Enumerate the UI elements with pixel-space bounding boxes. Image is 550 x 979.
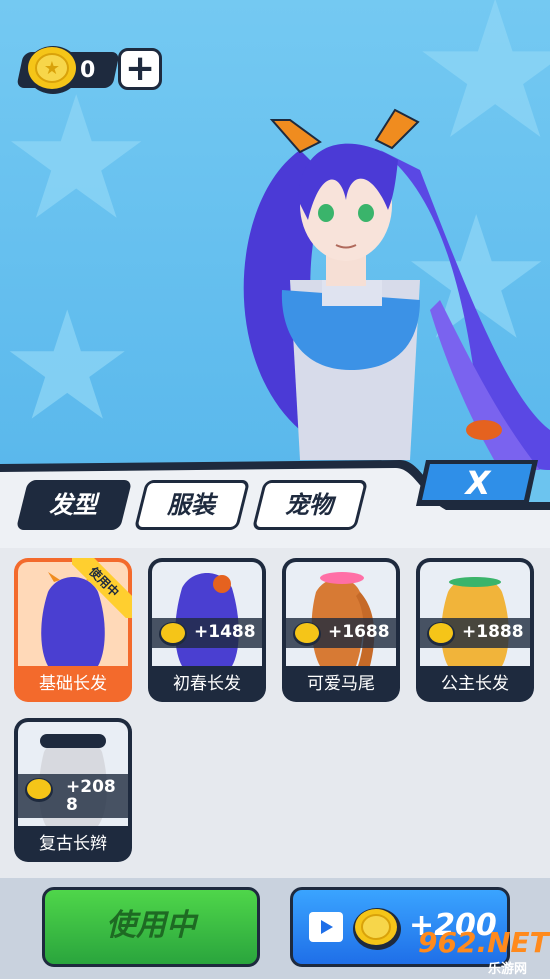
site-watermark: 962.NET 乐游网 [418,922,549,977]
coin-count: 0 [80,58,96,83]
hairstyle-preview [286,562,396,666]
add-coins-button[interactable]: + [118,48,162,90]
plus-icon: + [125,48,156,89]
in-use-button-label: 使用中 [106,908,196,943]
hair-icon [175,573,239,666]
hairstyle-card-cute-ponytail[interactable]: +1688 可爱马尾 [282,558,400,702]
price-value: +1688 [328,622,390,642]
tab-hairstyle-label: 发型 [49,491,97,519]
tab-outfit[interactable]: 服装 [132,480,251,532]
hairstyle-card-princess-long[interactable]: +1888 公主长发 [416,558,534,702]
hairstyle-preview [152,562,262,666]
hairstyle-card-retro-braid[interactable]: +208 8 复古长辫 [14,718,132,862]
tab-hairstyle[interactable]: 发型 [14,480,133,532]
coin-icon [353,908,401,950]
tab-pet-label: 宠物 [285,491,333,519]
hair-icon [311,572,375,666]
price-tag: +208 8 [18,774,128,818]
coin-icon: ★ [26,46,80,94]
in-use-badge-label: 使用中 [72,558,132,618]
hairstyle-card-early-spring[interactable]: +1488 初春长发 [148,558,266,702]
coin-icon [427,622,455,646]
tab-pet[interactable]: 宠物 [250,480,369,532]
price-tag: +1488 [152,618,262,648]
in-use-badge: 使用中 [72,558,132,618]
close-icon: X [465,464,491,502]
hairstyle-name: 初春长发 [173,674,241,694]
coin-counter: ★ 0 + [14,42,162,94]
hairstyle-name: 可爱马尾 [307,674,375,694]
tab-outfit-label: 服装 [167,491,215,519]
coin-icon [25,778,53,802]
video-icon [309,912,343,942]
hair-icon [441,577,509,666]
watermark-main: 962.NET [418,926,549,959]
hairstyle-preview [420,562,530,666]
svg-text:★: ★ [44,58,60,79]
hairstyle-card-basic-long[interactable]: 使用中 基础长发 [14,558,132,702]
price-tag: +1888 [420,618,530,648]
hairstyle-name: 基础长发 [39,674,107,694]
hairstyle-name: 复古长辫 [39,834,107,854]
close-button[interactable]: X [416,458,540,508]
price-tag: +1688 [286,618,396,648]
in-use-button[interactable]: 使用中 [42,887,260,967]
price-value: +1488 [194,622,256,642]
watermark-sub: 乐游网 [488,962,528,977]
price-value: +208 8 [66,777,116,815]
price-value: +1888 [462,622,524,642]
coin-icon [159,622,187,646]
hairstyle-name: 公主长发 [441,674,509,694]
coin-icon [293,622,321,646]
